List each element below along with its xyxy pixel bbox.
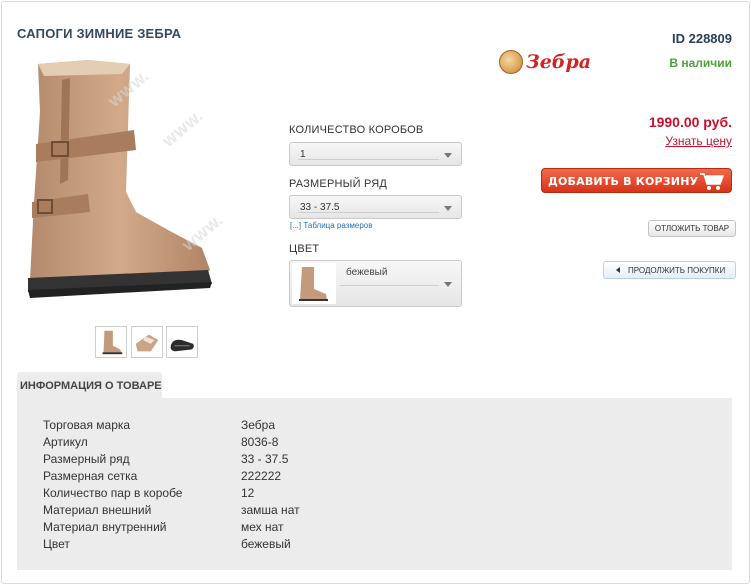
chevron-down-icon <box>444 282 452 287</box>
product-id: ID 228809 <box>672 31 732 46</box>
stock-status: В наличии <box>669 56 732 70</box>
chevron-down-icon <box>444 206 452 211</box>
brand-logo-text: Зебра <box>526 51 592 73</box>
box-count-label: КОЛИЧЕСТВО КОРОБОВ <box>289 124 424 136</box>
ask-price-link[interactable]: Узнать цену <box>665 134 732 148</box>
continue-shopping-label: ПРОДОЛЖИТЬ ПОКУПКИ <box>628 266 726 275</box>
info-value: 12 <box>241 486 255 500</box>
info-value: 8036-8 <box>241 435 279 449</box>
info-key: Материал внешний <box>43 503 152 517</box>
select-divider <box>340 285 439 286</box>
thumbnail-boot-top[interactable] <box>131 326 163 358</box>
table-row: Материал внутренний мех нат <box>43 520 643 537</box>
color-label: ЦВЕТ <box>289 243 320 255</box>
continue-shopping-button[interactable]: ПРОДОЛЖИТЬ ПОКУПКИ <box>603 261 736 279</box>
size-range-select[interactable]: 33 - 37.5 <box>289 195 462 219</box>
brand-logo[interactable]: Зебра <box>499 49 591 77</box>
svg-text:WWW.: WWW. <box>161 109 207 151</box>
table-row: Размерная сетка 222222 <box>43 469 643 486</box>
color-swatch-image <box>292 263 336 304</box>
arrow-left-icon <box>616 267 620 273</box>
info-key: Материал внутренний <box>43 520 167 534</box>
info-value: бежевый <box>241 537 291 551</box>
select-divider <box>298 212 439 213</box>
box-count-select[interactable]: 1 <box>289 142 462 166</box>
info-key: Торговая марка <box>43 418 131 432</box>
thumbnail-boot-sole[interactable] <box>166 326 198 358</box>
info-value: замша нат <box>241 503 300 517</box>
tab-product-info[interactable]: ИНФОРМАЦИЯ О ТОВАРЕ <box>17 372 162 398</box>
chevron-down-icon <box>444 153 452 158</box>
table-row: Цвет бежевый <box>43 537 643 554</box>
table-row: Количество пар в коробе 12 <box>43 486 643 503</box>
info-key: Размерный ряд <box>43 452 130 466</box>
info-key: Артикул <box>43 435 88 449</box>
thumbnail-boot-side[interactable] <box>95 326 127 358</box>
table-row: Торговая марка Зебра <box>43 418 643 435</box>
info-key: Цвет <box>43 537 70 551</box>
svg-text:WWW.: WWW. <box>181 213 227 255</box>
table-row: Артикул 8036-8 <box>43 435 643 452</box>
color-value: бежевый <box>346 267 388 278</box>
add-to-cart-label: ДОБАВИТЬ В КОРЗИНУ <box>548 175 699 188</box>
info-value: 33 - 37.5 <box>241 452 289 466</box>
info-value: мех нат <box>241 520 284 534</box>
product-title: САПОГИ ЗИМНИЕ ЗЕБРА <box>17 26 182 41</box>
cart-icon <box>700 173 725 190</box>
price: 1990.00 руб. <box>648 114 732 130</box>
table-row: Материал внешний замша нат <box>43 503 643 520</box>
size-table-link[interactable]: [...] Таблица размеров <box>290 221 373 230</box>
select-divider <box>298 159 439 160</box>
size-range-label: РАЗМЕРНЫЙ РЯД <box>289 178 388 190</box>
info-key: Размерная сетка <box>43 469 138 483</box>
defer-product-button[interactable]: ОТЛОЖИТЬ ТОВАР <box>648 220 736 237</box>
color-select[interactable]: бежевый <box>289 260 462 307</box>
main-product-image[interactable]: WWW. WWW. WWW. <box>18 52 228 312</box>
info-value: Зебра <box>241 418 276 432</box>
add-to-cart-button[interactable]: ДОБАВИТЬ В КОРЗИНУ <box>541 168 732 193</box>
info-key: Количество пар в коробе <box>43 486 183 500</box>
product-info-panel: Торговая марка Зебра Артикул 8036-8 Размер… <box>17 398 732 570</box>
brand-mascot-icon <box>499 50 523 74</box>
info-value: 222222 <box>241 469 282 483</box>
table-row: Размерный ряд 33 - 37.5 <box>43 452 643 469</box>
